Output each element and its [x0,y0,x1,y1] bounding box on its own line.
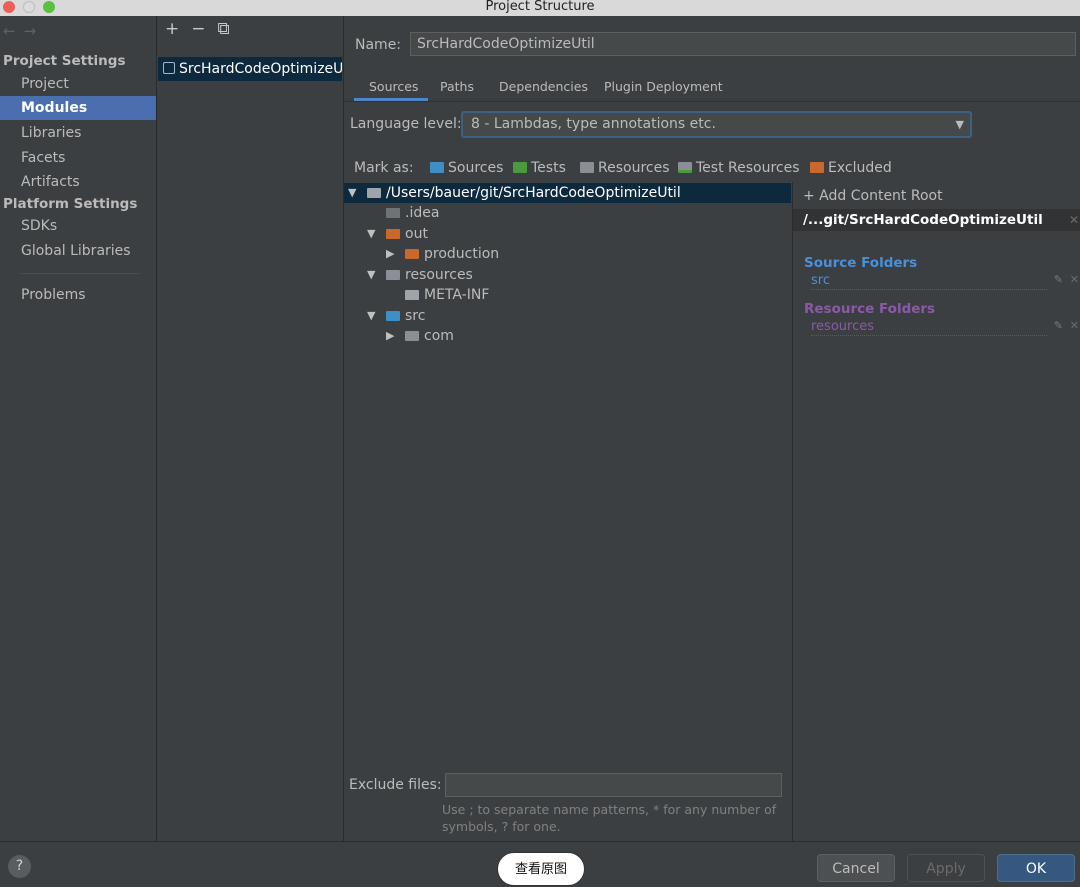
expand-arrow-icon[interactable]: ▼ [367,265,379,285]
module-list-panel: + − ⧉ SrcHardCodeOptimizeUtil [157,16,344,841]
package-folder-icon [405,331,419,341]
mark-sources-button[interactable]: Sources [430,160,503,176]
cancel-button[interactable]: Cancel [817,854,895,882]
expand-arrow-icon[interactable]: ▼ [348,183,360,203]
mark-tests-button[interactable]: Tests [513,160,566,176]
view-original-button[interactable]: 查看原图 [497,852,585,886]
exclude-files-label: Exclude files: [349,777,442,793]
tab-plugin-deployment[interactable]: Plugin Deployment [604,79,723,94]
back-arrow-icon[interactable]: ← [3,22,24,40]
resource-folders-label: Resource Folders [804,301,936,317]
source-folders-label: Source Folders [804,255,918,271]
content-root-panel: + Add Content Root /...git/SrcHardCodeOp… [792,182,1080,842]
mark-resources-button[interactable]: Resources [580,160,670,176]
language-level-select[interactable]: 8 - Lambdas, type annotations etc. ▼ [461,111,972,138]
sidebar-item-sdks[interactable]: SDKs [0,214,156,238]
settings-sidebar: ←→ Project Settings Project Modules Libr… [0,16,157,841]
module-settings-panel: Name: SrcHardCodeOptimizeUtil Sources Pa… [344,16,1080,842]
maximize-window-button[interactable] [43,1,55,13]
module-name: SrcHardCodeOptimizeUtil [179,61,342,77]
expand-arrow-icon[interactable]: ▼ [367,306,379,326]
resource-folder-entry: resources [811,319,1047,336]
source-folder-entry: src [811,273,1047,290]
name-label: Name: [355,37,402,53]
collapse-arrow-icon[interactable]: ▶ [386,326,398,346]
tree-row-idea[interactable]: .idea [344,203,791,223]
folder-icon [386,208,400,218]
add-content-root-button[interactable]: + Add Content Root [803,188,943,204]
apply-button[interactable]: Apply [907,854,985,882]
tab-paths[interactable]: Paths [440,79,474,94]
project-settings-header: Project Settings [3,53,126,69]
edit-source-folder-icon[interactable]: ✎ [1054,273,1063,286]
tests-folder-icon [513,162,527,173]
sidebar-item-artifacts[interactable]: Artifacts [0,170,156,194]
content-tree: ▼ /Users/bauer/git/SrcHardCodeOptimizeUt… [344,182,791,773]
platform-settings-header: Platform Settings [3,196,138,212]
tree-row-production[interactable]: ▶ production [344,244,791,264]
minimize-window-button[interactable] [23,1,35,13]
sidebar-item-facets[interactable]: Facets [0,146,156,170]
test-resources-folder-icon [678,162,692,173]
language-level-label: Language level: [350,116,462,132]
remove-resource-folder-icon[interactable]: ✕ [1070,319,1079,332]
content-root-path: /...git/SrcHardCodeOptimizeUtil [803,212,1043,228]
module-toolbar: + − ⧉ [165,19,242,39]
folder-icon [405,290,419,300]
sidebar-item-problems[interactable]: Problems [0,283,156,307]
excluded-folder-icon [810,162,824,173]
tab-dependencies[interactable]: Dependencies [499,79,588,94]
tree-row-src[interactable]: ▼ src [344,306,791,326]
module-icon [163,62,175,74]
remove-content-root-icon[interactable]: ✕ [1069,209,1079,231]
close-window-button[interactable] [3,1,15,13]
sources-folder-icon [386,311,400,321]
nav-arrows: ←→ [3,22,44,40]
sidebar-divider [20,273,140,274]
edit-resource-folder-icon[interactable]: ✎ [1054,319,1063,332]
tree-row-resources[interactable]: ▼ resources [344,265,791,285]
ok-button[interactable]: OK [997,854,1075,882]
sidebar-item-libraries[interactable]: Libraries [0,121,156,145]
excluded-folder-icon [386,229,400,239]
mark-test-resources-button[interactable]: Test Resources [678,160,800,176]
window-titlebar: Project Structure [0,0,1080,16]
content-root-header: /...git/SrcHardCodeOptimizeUtil ✕ [793,209,1080,231]
mark-as-label: Mark as: [354,160,414,176]
forward-arrow-icon[interactable]: → [24,22,45,40]
resources-folder-icon [386,270,400,280]
tree-row-root[interactable]: ▼ /Users/bauer/git/SrcHardCodeOptimizeUt… [344,183,791,203]
tab-sources[interactable]: Sources [369,79,418,94]
tree-row-out[interactable]: ▼ out [344,224,791,244]
module-list-item[interactable]: SrcHardCodeOptimizeUtil [158,57,342,81]
language-level-value: 8 - Lambdas, type annotations etc. [471,116,716,132]
remove-source-folder-icon[interactable]: ✕ [1070,273,1079,286]
expand-arrow-icon[interactable]: ▼ [367,224,379,244]
source-folder-name: src [811,273,830,288]
exclude-files-hint: Use ; to separate name patterns, * for a… [442,802,777,834]
sidebar-item-project[interactable]: Project [0,72,156,96]
tab-divider [344,101,1080,102]
module-name-field[interactable]: SrcHardCodeOptimizeUtil [410,32,1076,56]
add-module-icon[interactable]: + [165,19,179,39]
folder-icon [367,188,381,198]
resources-folder-icon [580,162,594,173]
help-button[interactable]: ? [8,855,31,878]
exclude-files-input[interactable] [445,773,782,797]
collapse-arrow-icon[interactable]: ▶ [386,244,398,264]
sidebar-item-global-libraries[interactable]: Global Libraries [0,239,156,263]
tree-row-meta-inf[interactable]: META-INF [344,285,791,305]
sidebar-item-modules[interactable]: Modules [0,96,156,120]
mark-excluded-button[interactable]: Excluded [810,160,892,176]
sources-folder-icon [430,162,444,173]
chevron-down-icon: ▼ [955,118,964,131]
copy-module-icon[interactable]: ⧉ [218,19,230,39]
resource-folder-name: resources [811,319,875,334]
remove-module-icon[interactable]: − [191,19,205,39]
window-title: Project Structure [485,0,595,14]
excluded-folder-icon [405,249,419,259]
tree-row-com[interactable]: ▶ com [344,326,791,346]
